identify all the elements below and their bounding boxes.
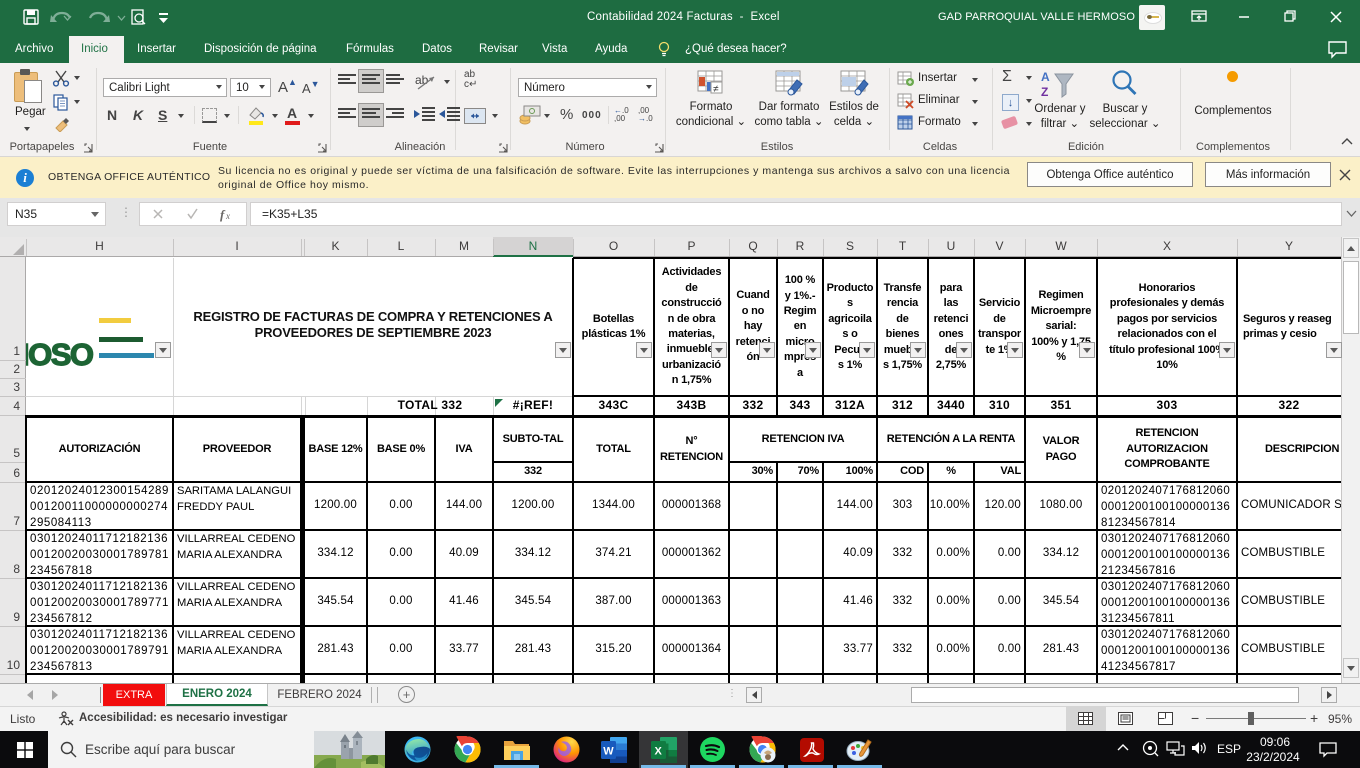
svg-text:A: A — [1041, 70, 1050, 84]
svg-text:ab: ab — [415, 73, 429, 87]
svg-text:≠: ≠ — [713, 84, 719, 95]
svg-text:W: W — [603, 746, 614, 758]
svg-text:X: X — [655, 746, 663, 758]
svg-text:x: x — [225, 211, 230, 221]
svg-text:Z: Z — [1041, 85, 1048, 99]
